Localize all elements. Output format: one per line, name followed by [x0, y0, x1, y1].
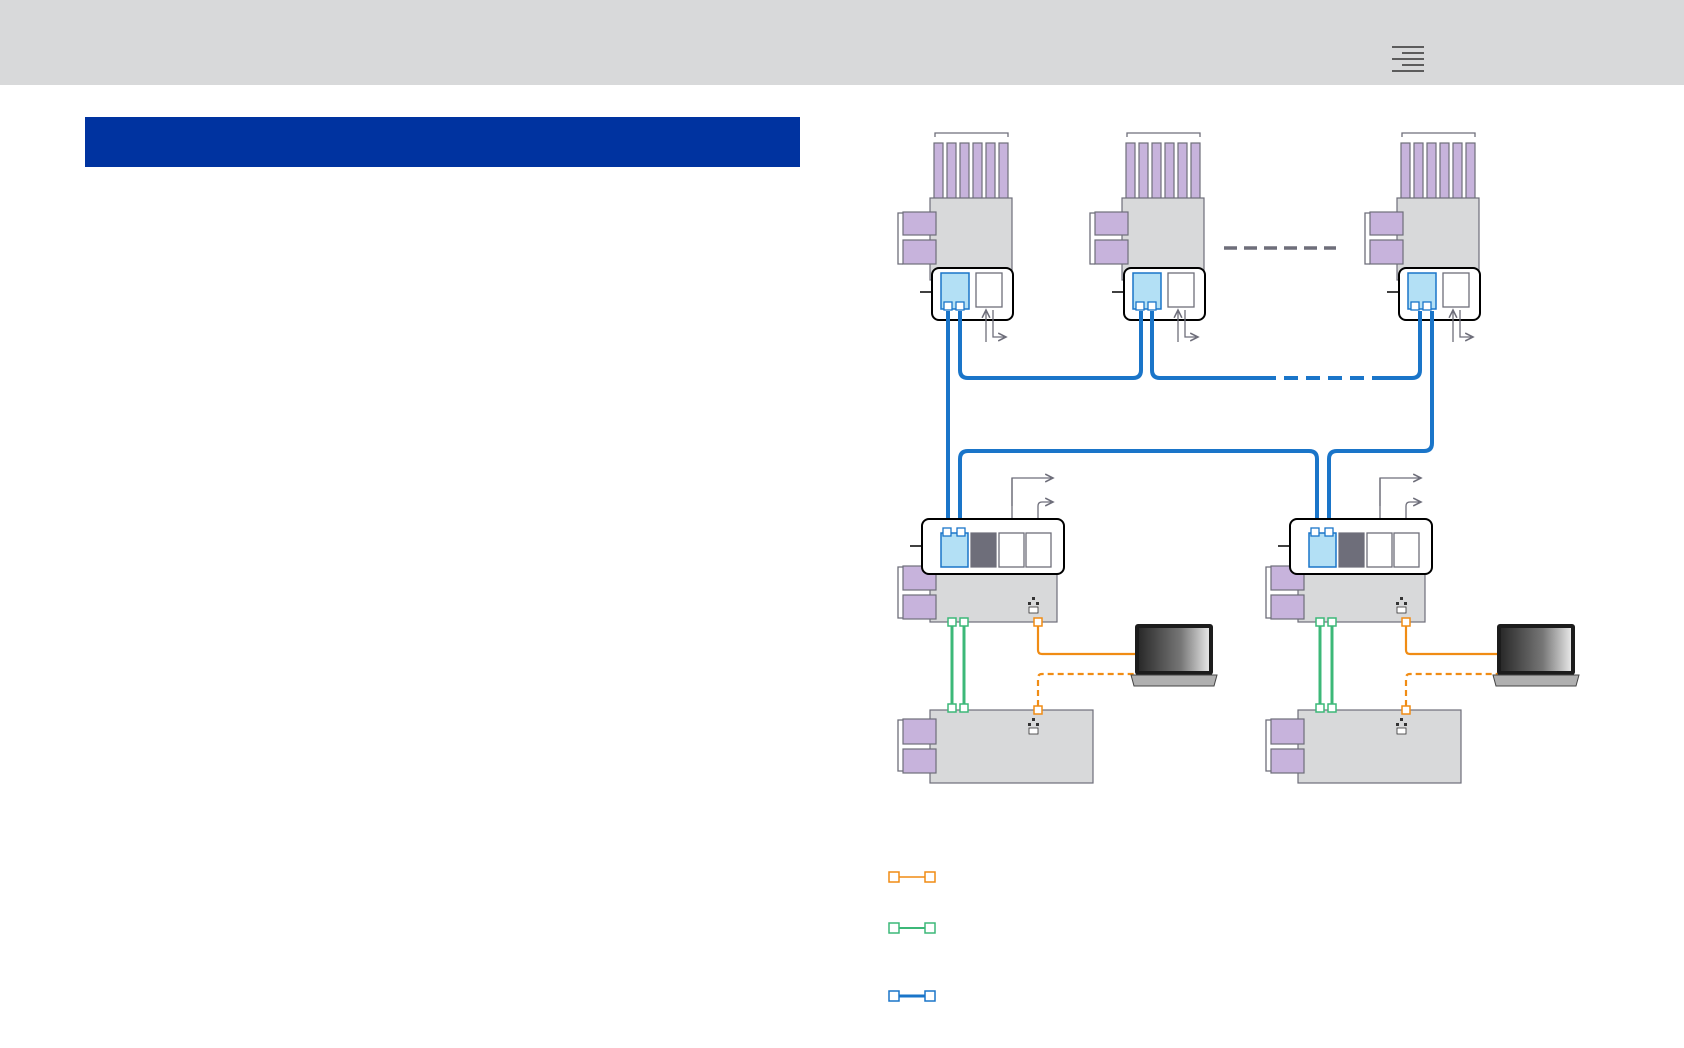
fiber-port	[1308, 532, 1337, 568]
top-node-1	[897, 132, 1014, 342]
side-card	[902, 239, 937, 265]
card-slots	[1125, 142, 1201, 204]
blue-link-icon	[888, 990, 936, 1002]
top-node-3	[1364, 132, 1481, 342]
side-card	[1270, 718, 1305, 745]
laptop-icon	[1130, 624, 1218, 687]
legend	[888, 871, 936, 1002]
side-card	[1094, 211, 1129, 236]
bottom-node-left	[897, 703, 1094, 784]
orange-links	[1036, 626, 1498, 706]
side-card	[1094, 239, 1129, 265]
io-module	[1393, 532, 1420, 568]
top-node-2	[1089, 132, 1206, 342]
card-slots	[933, 142, 1009, 204]
io-module	[1366, 532, 1393, 568]
orange-link-icon	[888, 871, 936, 883]
dark-module	[1338, 532, 1365, 568]
io-module	[1167, 272, 1195, 308]
side-card	[902, 718, 937, 745]
side-card	[1270, 594, 1305, 620]
bottom-node-right	[1265, 703, 1462, 784]
io-module	[975, 272, 1003, 308]
laptop-icon	[1492, 624, 1580, 687]
side-card	[1369, 211, 1404, 236]
card-slots	[1400, 142, 1476, 204]
io-module	[998, 532, 1025, 568]
green-link-icon	[888, 922, 936, 934]
side-card	[902, 748, 937, 774]
side-card	[1369, 239, 1404, 265]
dark-module	[970, 532, 997, 568]
middle-node-left	[897, 478, 1065, 627]
middle-node-right	[1265, 478, 1433, 627]
network-diagram	[888, 132, 1580, 1002]
side-card	[902, 594, 937, 620]
chassis	[929, 709, 1094, 784]
side-card	[1270, 748, 1305, 774]
side-card	[902, 211, 937, 236]
fiber-port	[940, 532, 969, 568]
io-module	[1442, 272, 1470, 308]
chassis	[1297, 709, 1462, 784]
blue-fiber-links	[946, 311, 1434, 530]
io-module	[1025, 532, 1052, 568]
